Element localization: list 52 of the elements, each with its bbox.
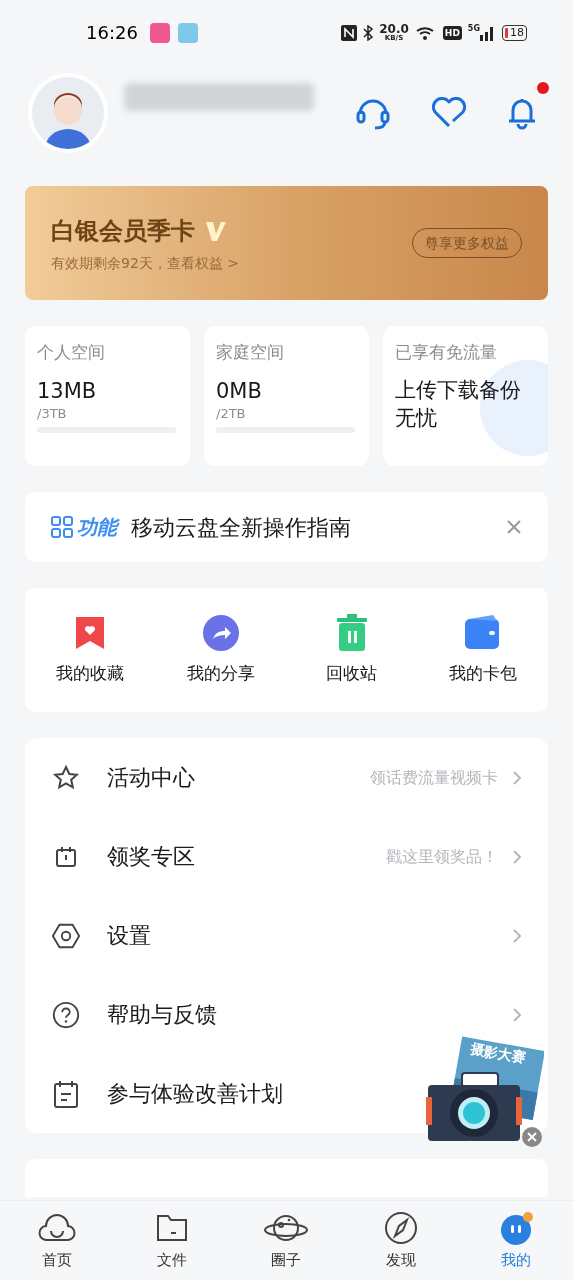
share-icon bbox=[202, 614, 241, 653]
grid-icon bbox=[51, 516, 73, 538]
menu-label[interactable]: 活动中心 bbox=[107, 761, 195, 794]
tab-bar-item[interactable]: 圈子 bbox=[229, 1201, 344, 1280]
menu-label[interactable]: 帮助与反馈 bbox=[107, 998, 217, 1031]
network-type: 5G bbox=[467, 24, 480, 33]
menu-hint: 戳这里领奖品！ bbox=[386, 845, 498, 868]
menu-label[interactable]: 设置 bbox=[107, 919, 151, 952]
quick-action[interactable]: 我的收藏 bbox=[25, 613, 156, 687]
storage-used: 13MB bbox=[37, 377, 98, 404]
promo-title: 摄影大赛 bbox=[468, 1039, 528, 1068]
nfc-icon bbox=[341, 24, 358, 41]
menu-hint: 领话费流量视频卡 bbox=[370, 766, 498, 789]
storage-card[interactable]: 已享有免流量 上传下载备份无忧 bbox=[383, 326, 548, 466]
tab-bar-item[interactable]: 文件 bbox=[114, 1201, 230, 1280]
guide-text: 移动云盘全新操作指南 bbox=[131, 513, 351, 542]
network-speed: 20.0 bbox=[379, 23, 409, 35]
menu-label[interactable]: 领奖专区 bbox=[107, 840, 195, 873]
storage-label: 个人空间 bbox=[37, 341, 106, 364]
folder-icon bbox=[154, 1213, 189, 1244]
membership-title: 白银会员季卡 bbox=[51, 215, 195, 247]
guide-card[interactable]: 功能 移动云盘全新操作指南 bbox=[25, 492, 548, 562]
storage-label: 家庭空间 bbox=[216, 341, 285, 364]
bluetooth-icon bbox=[363, 24, 374, 41]
quick-action[interactable]: 回收站 bbox=[286, 613, 418, 687]
clipboard-icon bbox=[52, 1078, 80, 1109]
promo-text: 上传下载备份无忧 bbox=[395, 376, 522, 432]
bookmark-icon bbox=[74, 615, 107, 652]
close-icon[interactable] bbox=[506, 519, 522, 535]
storage-total: /2TB bbox=[216, 404, 247, 423]
battery-indicator: 18 bbox=[502, 24, 527, 41]
storage-total: /3TB bbox=[37, 404, 68, 423]
app-icon bbox=[149, 22, 170, 43]
tab-bar-item[interactable]: 发现 bbox=[343, 1201, 459, 1280]
quick-action[interactable]: 我的卡包 bbox=[417, 613, 548, 687]
compass-icon bbox=[383, 1210, 420, 1247]
storage-card[interactable]: 个人空间 13MB /3TB bbox=[25, 326, 190, 466]
close-icon[interactable] bbox=[522, 1127, 542, 1147]
storage-label: 已享有免流量 bbox=[395, 341, 498, 364]
app-icon bbox=[177, 22, 198, 43]
storage-card[interactable]: 家庭空间 0MB /2TB bbox=[204, 326, 369, 466]
tab-bar-item[interactable]: 我的 bbox=[458, 1201, 573, 1280]
clock: 16:26 bbox=[86, 21, 138, 45]
vip-icon bbox=[205, 219, 227, 242]
tab-bar-item[interactable]: 首页 bbox=[0, 1201, 115, 1280]
star-icon bbox=[52, 763, 80, 792]
trash-icon bbox=[334, 614, 369, 653]
hd-badge: HD bbox=[442, 25, 462, 40]
signal-icon bbox=[480, 24, 496, 41]
storage-used: 0MB bbox=[216, 377, 263, 404]
menu-label[interactable]: 参与体验改善计划 bbox=[107, 1077, 283, 1110]
quick-action[interactable]: 我的分享 bbox=[155, 613, 287, 687]
